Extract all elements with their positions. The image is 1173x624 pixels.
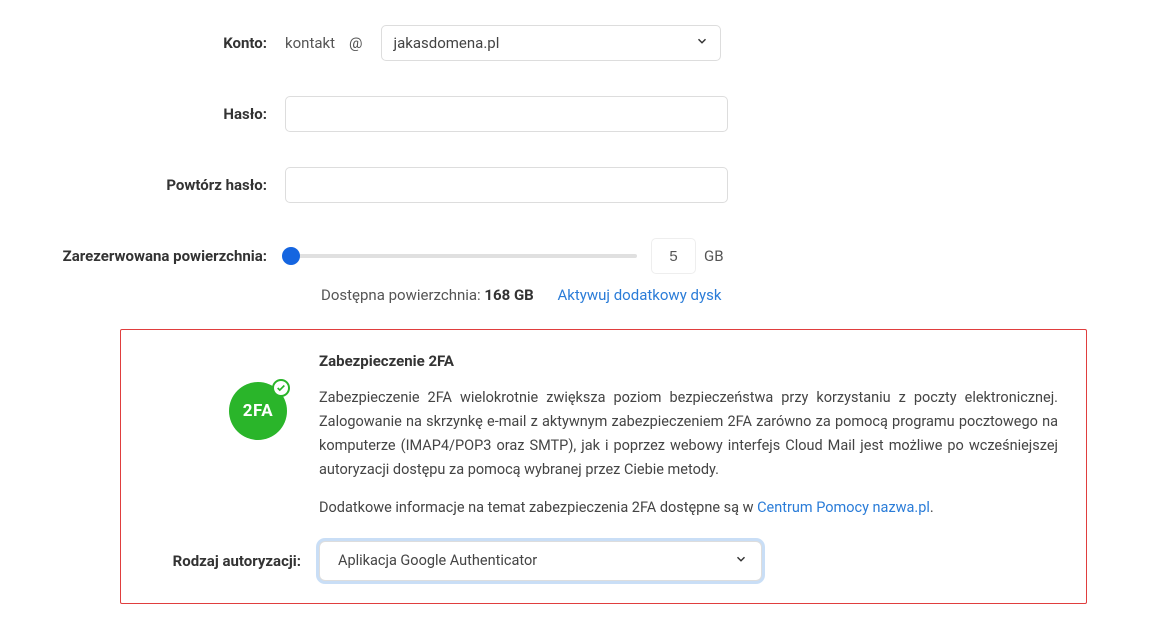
available-space-prefix: Dostępna powierzchnia: xyxy=(321,286,484,304)
account-form: Konto: kontakt @ jakasdomena.pl Hasło: P… xyxy=(0,0,1173,624)
account-username: kontakt xyxy=(285,34,335,52)
twofa-badge-icon: 2FA xyxy=(229,382,287,440)
twofa-badge-text: 2FA xyxy=(243,401,273,421)
auth-type-label: Rodzaj autoryzacji: xyxy=(141,552,319,570)
twofa-title: Zabezpieczenie 2FA xyxy=(319,352,1058,370)
reserved-space-input[interactable] xyxy=(651,238,696,274)
repeat-password-row: Powtórz hasło: xyxy=(40,167,1133,203)
repeat-password-label: Powtórz hasło: xyxy=(40,176,285,194)
domain-select[interactable]: jakasdomena.pl xyxy=(381,25,721,61)
twofa-more-prefix: Dodatkowe informacje na temat zabezpiecz… xyxy=(319,499,757,516)
repeat-password-input[interactable] xyxy=(285,167,728,203)
auth-type-select-value[interactable]: Aplikacja Google Authenticator xyxy=(319,541,762,581)
available-space-row: Dostępna powierzchnia: 168 GB Aktywuj do… xyxy=(40,286,1133,304)
twofa-icon-column: 2FA xyxy=(141,352,319,440)
twofa-more-suffix: . xyxy=(930,499,934,516)
reserved-space-unit: GB xyxy=(704,247,724,265)
account-row: Konto: kontakt @ jakasdomena.pl xyxy=(40,25,1133,61)
account-label: Konto: xyxy=(40,34,285,52)
twofa-panel: 2FA Zabezpieczenie 2FA Zabezpieczenie 2F… xyxy=(120,329,1087,604)
domain-select-value[interactable]: jakasdomena.pl xyxy=(381,25,721,61)
twofa-description: Zabezpieczenie 2FA wielokrotnie zwiększa… xyxy=(319,386,1058,482)
check-icon xyxy=(272,379,290,397)
auth-type-row: Rodzaj autoryzacji: Aplikacja Google Aut… xyxy=(141,541,1058,581)
available-space-value: 168 GB xyxy=(484,286,533,304)
password-input[interactable] xyxy=(285,96,728,132)
password-row: Hasło: xyxy=(40,96,1133,132)
activate-disk-link[interactable]: Aktywuj dodatkowy dysk xyxy=(557,286,721,304)
reserved-space-slider[interactable] xyxy=(285,254,637,258)
reserved-space-label: Zarezerwowana powierzchnia: xyxy=(40,247,285,265)
available-space-text: Dostępna powierzchnia: 168 GB Aktywuj do… xyxy=(285,286,721,304)
slider-thumb[interactable] xyxy=(282,247,300,265)
twofa-more-info: Dodatkowe informacje na temat zabezpiecz… xyxy=(319,496,1058,519)
auth-type-select[interactable]: Aplikacja Google Authenticator xyxy=(319,541,762,581)
help-center-link[interactable]: Centrum Pomocy nazwa.pl xyxy=(757,499,930,516)
account-at-symbol: @ xyxy=(349,34,362,52)
password-label: Hasło: xyxy=(40,105,285,123)
account-value-group: kontakt @ jakasdomena.pl xyxy=(285,25,1133,61)
reserved-space-row: Zarezerwowana powierzchnia: GB xyxy=(40,238,1133,274)
twofa-content: Zabezpieczenie 2FA Zabezpieczenie 2FA wi… xyxy=(319,352,1058,519)
